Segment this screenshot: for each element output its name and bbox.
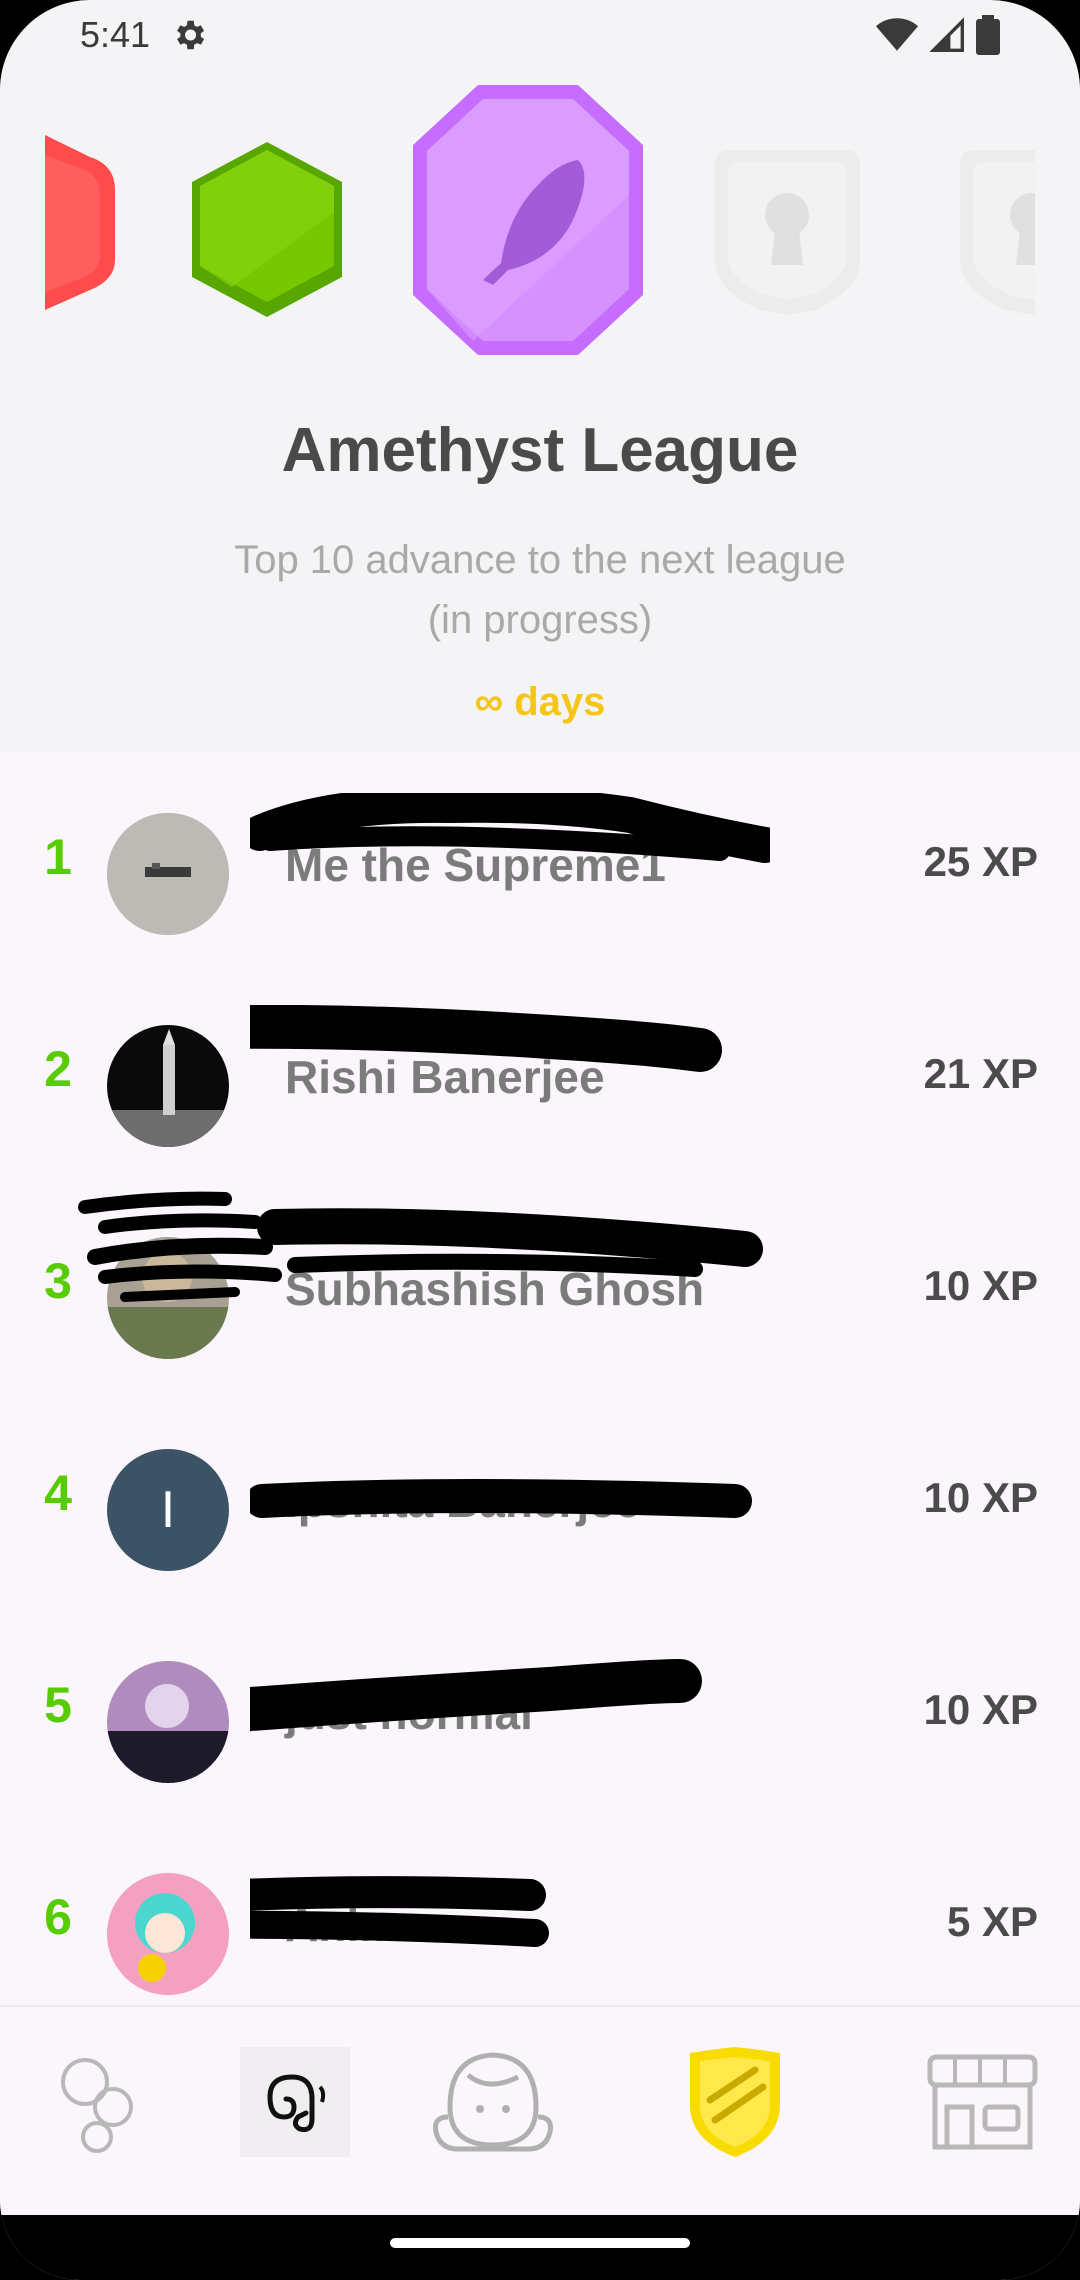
- rank-number: 1: [44, 829, 72, 885]
- rank-number: 4: [44, 1465, 72, 1521]
- xp-value: 10 XP: [923, 1686, 1038, 1733]
- avatar-letter: I: [160, 1481, 176, 1539]
- signal-icon: [930, 17, 964, 52]
- rank-number: 5: [44, 1677, 72, 1733]
- home-indicator[interactable]: [390, 2238, 690, 2248]
- locked-badge-icon: [960, 150, 1035, 315]
- xp-value: 10 XP: [923, 1262, 1038, 1309]
- learn-tab-icon[interactable]: [55, 2052, 145, 2157]
- avatar: [107, 813, 229, 935]
- league-badges-carousel[interactable]: [0, 80, 1080, 370]
- redaction-scribble: [250, 1479, 752, 1518]
- status-time: 5:41: [80, 14, 151, 55]
- leaderboard-row[interactable]: 5 just normal 10 XP: [0, 1601, 1080, 1813]
- redaction-scribble: [250, 793, 770, 863]
- league-title: Amethyst League: [281, 416, 799, 485]
- bottom-navigation: [0, 2005, 1080, 2215]
- status-bar: 5:41: [0, 0, 1080, 70]
- screen: 5:41 Amethyst League Top 10 advance to t…: [0, 0, 1080, 2280]
- redaction-scribble: [250, 1659, 702, 1732]
- letters-icon: [267, 2074, 326, 2132]
- leaderboard-row[interactable]: 1 Me the Supreme1 25 XP: [0, 753, 1080, 965]
- league-time-left: ∞ days: [474, 680, 606, 724]
- xp-value: 5 XP: [946, 1898, 1038, 1945]
- leaderboard-row[interactable]: 2 Rishi Banerjee 21 XP: [0, 965, 1080, 1177]
- leagues-tab-icon[interactable]: [685, 2045, 785, 2160]
- rank-number: 2: [44, 1041, 72, 1097]
- leaderboard-list[interactable]: 1 Me the Supreme1 25 XP 2 Rishi Banerjee…: [0, 753, 1080, 2005]
- league-subtitle: Top 10 advance to the next league (in pr…: [150, 530, 930, 650]
- league-subtitle-line1: Top 10 advance to the next league: [234, 538, 846, 582]
- rank-number: 6: [44, 1889, 72, 1945]
- emerald-badge-icon[interactable]: [192, 142, 342, 317]
- locked-badge-icon: [715, 150, 860, 315]
- gear-icon: [177, 20, 205, 50]
- redaction-scribble: [250, 1876, 549, 1947]
- xp-value: 21 XP: [923, 1050, 1038, 1097]
- avatar: I: [107, 1449, 229, 1571]
- amethyst-badge-icon[interactable]: [413, 85, 643, 355]
- xp-value: 25 XP: [923, 838, 1038, 885]
- league-subtitle-line2: (in progress): [427, 598, 653, 642]
- league-header: Amethyst League Top 10 advance to the ne…: [0, 70, 1080, 753]
- xp-value: 10 XP: [923, 1474, 1038, 1521]
- battery-icon: [976, 15, 1000, 55]
- letters-tab[interactable]: [240, 2047, 350, 2157]
- leaderboard-row[interactable]: 4 I Ipshita Banerjee 10 XP: [0, 1389, 1080, 1601]
- avatar: [107, 1661, 229, 1783]
- avatar: [107, 1025, 229, 1147]
- wifi-icon: [876, 18, 918, 51]
- leaderboard-row[interactable]: 3 Subhashish Ghosh 10 XP: [0, 1177, 1080, 1389]
- ruby-badge-icon[interactable]: [45, 135, 115, 310]
- redaction-scribble: [78, 1191, 763, 1302]
- avatar: [107, 1873, 229, 1995]
- shop-tab-icon[interactable]: [925, 2052, 1040, 2152]
- redaction-scribble: [250, 1005, 722, 1072]
- leaderboard-row[interactable]: 6 Anime 5 XP: [0, 1813, 1080, 2005]
- profile-tab-icon[interactable]: [428, 2047, 558, 2157]
- rank-number: 3: [44, 1253, 72, 1309]
